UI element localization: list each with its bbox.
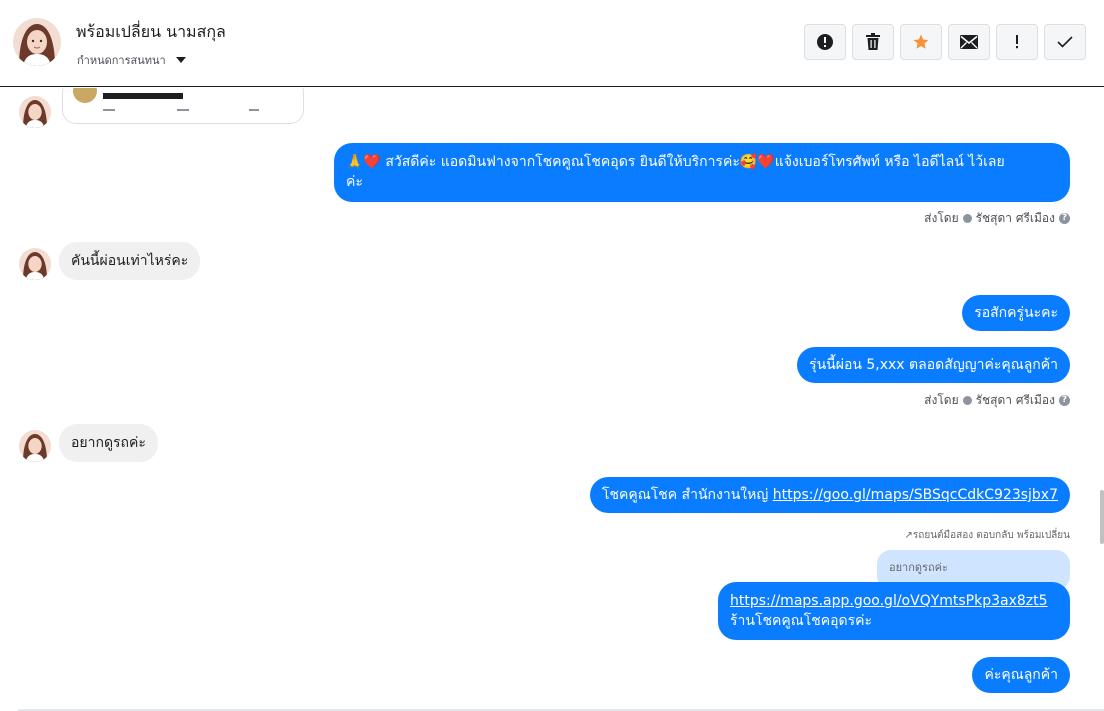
outgoing-message: โชคคูณโชค สำนักงานใหญ่ https://goo.gl/ma… bbox=[589, 477, 1070, 513]
message-thread[interactable]: 🙏❤️ สวัสดีค่ะ แอดมินฟางจากโชคคูณโชคอุดร … bbox=[0, 88, 1104, 711]
mail-icon bbox=[960, 35, 978, 49]
help-icon[interactable]: ? bbox=[1059, 395, 1070, 406]
shared-post-card[interactable] bbox=[62, 88, 304, 124]
contact-avatar-small[interactable] bbox=[19, 430, 51, 462]
message-line: 🙏❤️ สวัสดีค่ะ แอดมินฟางจากโชคคูณโชคอุดร … bbox=[346, 154, 1005, 170]
alert-circle-icon bbox=[817, 34, 833, 50]
assign-conversation-dropdown[interactable]: กำหนดการสนทนา bbox=[77, 51, 186, 69]
outgoing-message: รุ่นนี้ผ่อน 5,xxx ตลอดสัญญาค่ะคุณลูกค้า bbox=[797, 347, 1070, 383]
follow-up-button[interactable] bbox=[996, 24, 1038, 60]
outgoing-message: https://maps.app.goo.gl/oVQYmtsPkp3ax8zt… bbox=[718, 582, 1070, 640]
outgoing-message: รอสักครู่นะคะ bbox=[962, 295, 1070, 331]
scrollbar-thumb[interactable] bbox=[1100, 490, 1104, 544]
mark-done-button[interactable] bbox=[1044, 24, 1086, 60]
contact-avatar-small[interactable] bbox=[19, 96, 51, 128]
sent-by-label: ส่งโดย bbox=[924, 393, 959, 407]
contact-avatar-small[interactable] bbox=[19, 248, 51, 280]
exclamation-icon bbox=[1016, 35, 1018, 49]
sent-by-meta: ส่งโดย รัชสุดา ศรีเมือง ? bbox=[924, 209, 1070, 228]
help-icon[interactable]: ? bbox=[1059, 213, 1070, 224]
mark-spam-button[interactable] bbox=[804, 24, 846, 60]
incoming-message: คันนี้ผ่อนเท่าไหร่คะ bbox=[59, 242, 201, 280]
star-button[interactable] bbox=[900, 24, 942, 60]
contact-avatar[interactable] bbox=[13, 18, 61, 66]
delete-button[interactable] bbox=[852, 24, 894, 60]
toolbar bbox=[804, 24, 1086, 60]
message-text: โชคคูณโชค สำนักงานใหญ่ bbox=[601, 487, 773, 503]
star-icon bbox=[913, 34, 929, 49]
incoming-message: อยากดูรถค่ะ bbox=[59, 424, 158, 462]
sender-status-icon bbox=[962, 396, 972, 405]
check-icon bbox=[1057, 36, 1073, 48]
outgoing-message: ค่ะคุณลูกค้า bbox=[972, 657, 1070, 693]
trash-icon bbox=[866, 33, 880, 50]
map-link[interactable]: https://goo.gl/maps/SBSqcCdkC923sjbx7 bbox=[773, 487, 1058, 503]
message-text: ร้านโชคคูณโชคอุดรค่ะ bbox=[730, 613, 872, 629]
caret-down-icon bbox=[175, 57, 186, 63]
sent-by-meta: ส่งโดย รัชสุดา ศรีเมือง ? bbox=[924, 391, 1070, 410]
sent-by-label: ส่งโดย bbox=[924, 211, 959, 225]
conversation-header: พร้อมเปลี่ยน นามสกุล กำหนดการสนทนา bbox=[0, 0, 1104, 87]
sender-name[interactable]: รัชสุดา ศรีเมือง bbox=[976, 209, 1055, 228]
mark-unread-button[interactable] bbox=[948, 24, 990, 60]
contact-name: พร้อมเปลี่ยน นามสกุล bbox=[76, 22, 226, 41]
message-line: ค่ะ bbox=[346, 174, 363, 190]
sender-status-icon bbox=[962, 214, 972, 223]
map-link[interactable]: https://maps.app.goo.gl/oVQYmtsPkp3ax8zt… bbox=[730, 593, 1048, 609]
outgoing-message: 🙏❤️ สวัสดีค่ะ แอดมินฟางจากโชคคูณโชคอุดร … bbox=[334, 143, 1070, 202]
assign-label: กำหนดการสนทนา bbox=[77, 54, 166, 67]
reply-context: ↗รถยนต์มือสอง ตอบกลับ พร้อมเปลี่ยน bbox=[904, 530, 1070, 541]
sender-name[interactable]: รัชสุดา ศรีเมือง bbox=[976, 391, 1055, 410]
